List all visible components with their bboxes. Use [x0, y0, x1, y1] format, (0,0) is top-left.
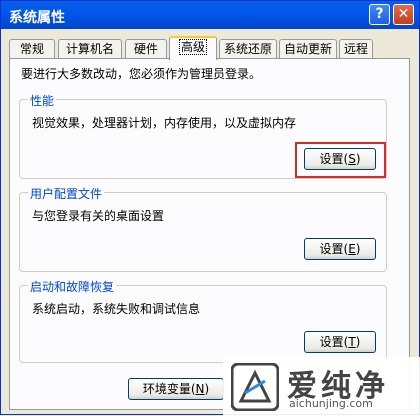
- environment-variables-button[interactable]: 环境变量(N): [128, 378, 224, 400]
- user-profiles-description: 与您登录有关的桌面设置: [32, 209, 165, 223]
- title-bar[interactable]: 系统属性 ? ✕: [1, 1, 419, 29]
- admin-notice: 要进行大多数改动，您必须作为管理员登录。: [21, 67, 262, 81]
- access-key: T: [348, 335, 356, 349]
- startup-recovery-description: 系统启动，系统失败和调试信息: [32, 302, 201, 316]
- watermark: 爱纯净 aichunjing.com: [223, 357, 420, 416]
- tab-system-restore[interactable]: 系统还原: [219, 39, 277, 59]
- tab-automatic-updates[interactable]: 自动更新: [279, 39, 337, 59]
- button-label: 设置: [319, 335, 344, 349]
- close-button[interactable]: ✕: [393, 4, 414, 25]
- tab-remote[interactable]: 远程: [339, 39, 373, 59]
- button-label: 环境变量: [142, 382, 191, 396]
- watermark-logo-icon: [231, 363, 279, 411]
- user-profiles-settings-button[interactable]: 设置(E): [304, 238, 376, 260]
- performance-description: 视觉效果，处理器计划，内存使用，以及虚拟内存: [32, 116, 297, 130]
- tab-hardware[interactable]: 硬件: [125, 39, 167, 59]
- help-button[interactable]: ?: [369, 4, 390, 25]
- window-title: 系统属性: [9, 10, 65, 26]
- tab-general[interactable]: 常规: [9, 39, 55, 59]
- startup-recovery-title: 启动和故障恢复: [28, 278, 117, 295]
- watermark-url: aichunjing.com: [289, 397, 373, 410]
- access-key: E: [348, 242, 356, 256]
- user-profiles-group: 用户配置文件 与您登录有关的桌面设置: [19, 185, 387, 272]
- system-properties-window: 系统属性 ? ✕ 常规 计算机名 硬件 高级 系统还原 自动更新 远程 要进行大…: [0, 0, 420, 416]
- tab-computer-name[interactable]: 计算机名: [58, 39, 122, 59]
- highlight-box: [295, 142, 386, 178]
- tab-advanced[interactable]: 高级: [169, 36, 217, 60]
- user-profiles-title: 用户配置文件: [28, 185, 105, 202]
- startup-recovery-settings-button[interactable]: 设置(T): [304, 331, 376, 353]
- performance-title: 性能: [28, 92, 57, 109]
- access-key: N: [195, 382, 205, 396]
- button-label: 设置: [319, 242, 344, 256]
